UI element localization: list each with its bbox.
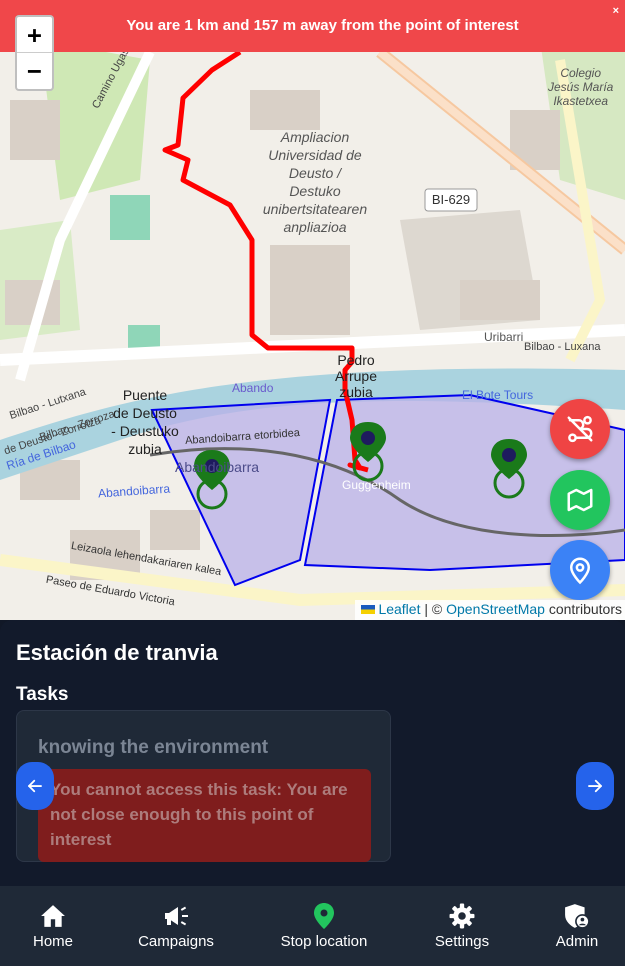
attribution-suffix: contributors [544, 601, 622, 617]
close-icon[interactable]: × [613, 4, 619, 18]
distance-alert-text: You are 1 km and 157 m away from the poi… [126, 17, 519, 34]
map-label-pedro-arrupe: Pedro Arrupe zubia [334, 352, 378, 400]
task-name: knowing the environment [38, 737, 269, 758]
task-card[interactable]: knowing the environment You cannot acces… [16, 710, 391, 862]
map-label-universidad: Ampliacion Universidad de Deusto / Destuko u… [262, 129, 368, 235]
map-label-guggenheim: Guggenheim [342, 478, 411, 492]
app-screen: Colegio Jesús María Ikastetxea Ampliacion U… [0, 0, 625, 966]
map-label-uribarri: Uribarri [484, 330, 524, 344]
center-location-button[interactable] [550, 540, 610, 600]
bottom-navigation: Home Campaigns Stop location Settings Ad… [0, 886, 625, 966]
nav-settings[interactable]: Settings [428, 886, 496, 966]
nav-settings-label: Settings [434, 933, 490, 950]
zoom-control: + − [15, 15, 54, 91]
map-view[interactable]: Colegio Jesús María Ikastetxea Ampliacion U… [0, 0, 625, 620]
osm-link[interactable]: OpenStreetMap [446, 601, 545, 617]
arrow-left-icon [28, 779, 42, 793]
leaflet-link[interactable]: Leaflet [378, 601, 420, 617]
ukraine-flag-icon [361, 605, 376, 614]
map-label-bilbao-luxana: Bilbao - Luxana [524, 341, 601, 353]
nav-home[interactable]: Home [22, 886, 84, 966]
stop-panel: Estación de tranvia Tasks knowing the en… [0, 620, 625, 886]
map-label-el-bote: El Bote Tours [462, 388, 534, 402]
previous-task-button[interactable] [16, 762, 54, 810]
nav-stop-location[interactable]: Stop location [270, 886, 378, 966]
map-label-colegio: Colegio Jesús María Ikastetxea [548, 66, 614, 108]
home-icon [41, 905, 65, 927]
next-task-button[interactable] [576, 762, 614, 810]
map-pin-icon [314, 903, 334, 929]
map-label-road: BI-629 [431, 192, 471, 207]
map-label-abandoibarra: Abandoibarra [175, 459, 260, 475]
nav-campaigns[interactable]: Campaigns [131, 886, 221, 966]
stop-title: Estación de tranvia [16, 640, 218, 665]
task-locked-warning: You cannot access this task: You are not… [38, 769, 371, 862]
zoom-in-button[interactable]: + [17, 17, 52, 53]
location-pin-icon [569, 557, 591, 585]
map-attribution: Leaflet | © OpenStreetMap contributors [355, 600, 625, 620]
map-icon [567, 488, 593, 512]
tasks-heading: Tasks [16, 684, 69, 705]
map-label-puente-deusto: Puente de Deusto - Deustuko zubia [111, 387, 179, 457]
map-label-abando: Abando [232, 381, 274, 395]
toggle-route-button[interactable] [550, 399, 610, 459]
arrow-right-icon [588, 779, 602, 793]
distance-alert: You are 1 km and 157 m away from the poi… [0, 0, 625, 52]
nav-campaigns-label: Campaigns [138, 933, 214, 950]
map-tiles [0, 0, 625, 620]
nav-stop-location-label: Stop location [280, 933, 368, 950]
megaphone-icon [165, 906, 188, 926]
zoom-out-button[interactable]: − [17, 53, 52, 89]
show-map-button[interactable] [550, 470, 610, 530]
nav-home-label: Home [32, 933, 73, 950]
admin-shield-icon [565, 904, 590, 929]
gear-icon [449, 903, 475, 929]
nav-admin-label: Admin [555, 933, 599, 950]
route-off-icon [567, 415, 593, 443]
attribution-separator: | © [420, 601, 447, 617]
nav-admin[interactable]: Admin [548, 886, 606, 966]
